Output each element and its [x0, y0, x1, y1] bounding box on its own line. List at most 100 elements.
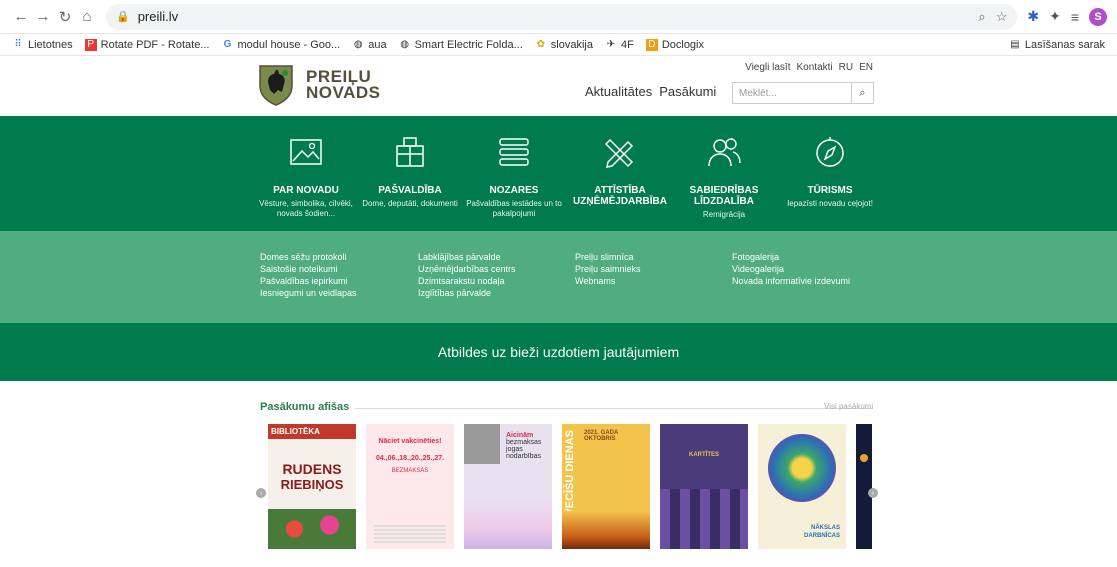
reading-list[interactable]: ▤ Lasīšanas sarak — [1009, 39, 1105, 51]
event-poster[interactable] — [856, 424, 872, 549]
text-block — [374, 523, 446, 543]
faq-text: Atbildes uz bieži uzdotiem jautājumiem — [437, 344, 680, 360]
url-text: preili.lv — [137, 9, 179, 24]
lock-icon: 🔒 — [116, 11, 130, 23]
pencil-ruler-icon — [604, 138, 634, 168]
extension-icon[interactable]: ✱ — [1027, 8, 1039, 25]
reload-icon[interactable]: ↻ — [54, 6, 76, 28]
mandala-image — [768, 434, 836, 502]
bookmark-apps[interactable]: ⠿ Lietotnes — [12, 39, 72, 51]
doclogix-icon: D — [645, 38, 658, 51]
link-informativie-izdevumi[interactable]: Novada informatīvie izdevumi — [732, 275, 850, 287]
home-icon[interactable]: ⌂ — [76, 6, 98, 28]
event-poster[interactable]: Nāciet vakcinēties! 04.,06.,18.,20.,25.,… — [366, 424, 454, 549]
link-saistosie-noteikumi[interactable]: Saistošie noteikumi — [260, 263, 357, 275]
puzzle-icon[interactable]: ✦ — [1049, 8, 1061, 25]
people-icon — [708, 138, 741, 167]
bookmark-smart-electric[interactable]: ◍ Smart Electric Folda... — [399, 39, 523, 51]
site-logo[interactable]: PREIĻU NOVADS — [306, 68, 380, 101]
bookmark-4f[interactable]: ✈ 4F — [605, 39, 634, 51]
flower-icon: ✿ — [536, 39, 545, 50]
link-lang-ru[interactable]: RU — [839, 62, 853, 73]
category-sabiedribas-lidzdaliba[interactable]: SABIEDRĪBAS LĪDZDALĪBA Remigrācija — [664, 134, 784, 220]
category-par-novadu[interactable]: PAR NOVADU Vēsture, simbolika, cilvēki, … — [246, 134, 366, 219]
all-events-link[interactable]: Visi pasākumi — [824, 402, 873, 411]
link-izglitibas-parvalde[interactable]: Izglītības pārvalde — [418, 287, 516, 299]
quick-links-column-3: Preiļu slimnīca Preiļu saimnieks Webnams — [575, 251, 641, 287]
link-domes-sezu-protokoli[interactable]: Domes sēžu protokoli — [260, 251, 357, 263]
link-videogalerija[interactable]: Videogalerija — [732, 263, 850, 275]
autumn-image — [562, 511, 650, 549]
bookmark-aua[interactable]: ◍ aua — [352, 39, 387, 51]
link-preilu-slimnica[interactable]: Preiļu slimnīca — [575, 251, 641, 263]
category-pasvaldiba[interactable]: PAŠVALDĪBA Dome, deputāti, dokumenti — [350, 134, 470, 209]
poster-carousel: BIBLIOTĒKA RUDENS RIEBIŅOS Nāciet vakcin… — [268, 424, 872, 549]
google-icon: G — [223, 39, 232, 50]
bookmarks-bar: ⠿ Lietotnes P Rotate PDF - Rotate... Gmodu… — [0, 34, 1117, 56]
event-poster[interactable]: KARTĪTES — [660, 424, 748, 549]
event-poster[interactable]: NĀKSLAS DARBNĪCAS — [758, 424, 846, 549]
link-fotogalerija[interactable]: Fotogalerija — [732, 251, 850, 263]
address-bar[interactable]: 🔒 preili.lv ⌕ ☆ — [106, 3, 1018, 30]
events-section: Pasākumu afišas Visi pasākumi ‹ BIBLIOTĒ… — [0, 381, 1117, 561]
bookmark-rotate-pdf[interactable]: P Rotate PDF - Rotate... — [84, 38, 209, 51]
link-contacts[interactable]: Kontakti — [797, 62, 833, 73]
top-links: Viegli lasīt Kontakti RU EN — [745, 62, 873, 73]
nav-news[interactable]: Aktualitātes — [585, 84, 652, 99]
event-poster[interactable]: BIBLIOTĒKA RUDENS RIEBIŅOS — [268, 424, 356, 549]
link-iesniegumi[interactable]: Iesniegumi un veidlapas — [260, 287, 357, 299]
link-webnams[interactable]: Webnams — [575, 275, 641, 287]
link-pasvaldibas-iepirkumi[interactable]: Pašvaldības iepirkumi — [260, 275, 357, 287]
bookmark-google[interactable]: Gmodul house - Goo... — [221, 39, 341, 51]
globe-icon: ◍ — [400, 39, 409, 50]
back-icon[interactable]: ← — [10, 6, 32, 28]
poster-dot — [860, 454, 868, 462]
pdf-icon: P — [84, 38, 97, 51]
link-preilu-saimnieks[interactable]: Preiļu saimnieks — [575, 263, 641, 275]
star-icon[interactable]: ☆ — [996, 9, 1008, 25]
events-divider — [355, 408, 872, 409]
photo-block — [464, 424, 500, 464]
category-nozares[interactable]: NOZARES Pašvaldības iestādes un to pakal… — [454, 134, 574, 219]
category-turisms[interactable]: TŪRISMS Iepazīsti novadu ceļojot! — [770, 134, 890, 209]
event-poster[interactable]: Aicinām bezmaksas jogas nodarbības — [464, 424, 552, 549]
bookmark-doclogix[interactable]: D Doclogix — [645, 38, 704, 51]
faq-banner[interactable]: Atbildes uz bieži uzdotiem jautājumiem — [0, 323, 1117, 381]
search-input[interactable]: Meklēt... — [733, 88, 851, 99]
image-icon — [290, 139, 322, 165]
zoom-icon[interactable]: ⌕ — [978, 9, 985, 25]
site-header: PREIĻU NOVADS Viegli lasīt Kontakti RU E… — [0, 56, 1117, 116]
reading-list-icon: ▤ — [1010, 39, 1020, 50]
link-dzimtsarakstu-nodala[interactable]: Dzimtsarakstu nodaļa — [418, 275, 516, 287]
quick-links-column-2: Labklājības pārvalde Uzņēmējdarbības cen… — [418, 251, 516, 299]
globe-icon: ◍ — [353, 39, 363, 50]
apps-icon: ⠿ — [14, 39, 22, 50]
search-icon[interactable]: ⌕ — [851, 83, 873, 103]
playlist-icon[interactable]: ≡ — [1071, 9, 1079, 25]
main-nav: Aktualitātes Pasākumi — [585, 84, 716, 99]
coat-of-arms-icon[interactable] — [258, 64, 294, 106]
nav-events[interactable]: Pasākumi — [659, 84, 716, 99]
link-uznemejdarbibas-centrs[interactable]: Uzņēmējdarbības centrs — [418, 263, 516, 275]
quick-links-column-1: Domes sēžu protokoli Saistošie noteikumi… — [260, 251, 357, 299]
quick-links-band: Domes sēžu protokoli Saistošie noteikumi… — [0, 231, 1117, 323]
carousel-next-icon[interactable]: › — [868, 488, 878, 498]
flowers-image — [268, 509, 356, 549]
building-icon — [396, 137, 424, 167]
category-band: PAR NOVADU Vēsture, simbolika, cilvēki, … — [0, 116, 1117, 231]
artwork-image — [660, 489, 748, 549]
forward-icon[interactable]: → — [32, 6, 54, 28]
event-poster[interactable]: SVECĪŠU DIENAS 2021. GADA OKTOBRIS — [562, 424, 650, 549]
list-icon — [499, 138, 529, 166]
link-labklajibas-parvalde[interactable]: Labklājības pārvalde — [418, 251, 516, 263]
category-attistiba[interactable]: ATTĪSTĪBA UZŅĒMĒJDARBĪBA — [560, 134, 680, 210]
browser-toolbar: ← → ↻ ⌂ 🔒 preili.lv ⌕ ☆ ✱ ✦ ≡ S — [0, 0, 1117, 34]
pastel-block — [464, 499, 552, 549]
avatar[interactable]: S — [1089, 7, 1107, 26]
link-lang-en[interactable]: EN — [859, 62, 873, 73]
quick-links-column-4: Fotogalerija Videogalerija Novada inform… — [732, 251, 850, 287]
carousel-prev-icon[interactable]: ‹ — [256, 488, 266, 498]
events-title: Pasākumu afišas — [260, 401, 350, 413]
bookmark-slovakija[interactable]: ✿ slovakija — [535, 39, 593, 51]
link-easy-read[interactable]: Viegli lasīt — [745, 62, 790, 73]
